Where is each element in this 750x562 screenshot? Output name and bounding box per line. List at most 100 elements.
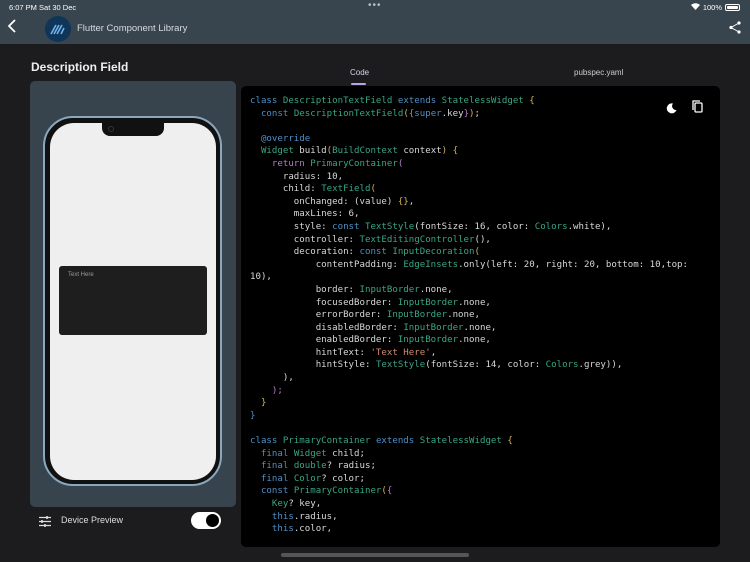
code-token: ? key, bbox=[288, 499, 322, 509]
code-token: 10), bbox=[250, 272, 272, 283]
code-token: hintStyle: bbox=[250, 360, 376, 371]
multitasking-dots[interactable]: ••• bbox=[368, 0, 382, 11]
code-line: hintText: 'Text Here', bbox=[250, 347, 688, 360]
back-button[interactable] bbox=[7, 19, 17, 37]
code-token: ); bbox=[250, 385, 283, 396]
code-token: class bbox=[250, 436, 283, 447]
code-token: onChanged: (value) bbox=[250, 196, 398, 207]
page-title: Description Field bbox=[31, 60, 129, 74]
share-icon[interactable] bbox=[729, 21, 741, 39]
code-token: .white), bbox=[567, 221, 612, 232]
code-token: Widget bbox=[250, 146, 300, 157]
code-line: class PrimaryContainer extends Stateless… bbox=[250, 435, 688, 448]
code-token: (fontSize: 14, color: bbox=[425, 360, 546, 371]
code-line: } bbox=[250, 397, 688, 410]
code-token: controller: bbox=[250, 234, 360, 245]
code-token: 'Text Here' bbox=[370, 347, 431, 358]
camera-icon bbox=[108, 126, 114, 132]
code-token: ? radius; bbox=[326, 461, 376, 472]
code-token: super bbox=[414, 108, 442, 119]
code-token: ( bbox=[397, 158, 404, 169]
code-token: double bbox=[293, 461, 327, 472]
tab-pubspec-yaml[interactable]: pubspec.yaml bbox=[574, 68, 623, 77]
code-token: .none, bbox=[458, 297, 491, 308]
code-line: Widget build(BuildContext context) { bbox=[250, 145, 688, 158]
code-token: Widget bbox=[293, 448, 333, 459]
code-line: ); bbox=[250, 385, 688, 398]
code-line: const PrimaryContainer({ bbox=[250, 485, 688, 498]
code-line: disabledBorder: InputBorder.none, bbox=[250, 322, 688, 335]
code-line: contentPadding: EdgeInsets.only(left: 20… bbox=[250, 259, 688, 272]
code-token: ? color; bbox=[321, 473, 365, 484]
code-token: InputBorder bbox=[397, 297, 459, 308]
code-token: PrimaryContainer bbox=[310, 158, 398, 169]
code-line: maxLines: 6, bbox=[250, 208, 688, 221]
code-token: final bbox=[250, 448, 294, 459]
copy-icon[interactable] bbox=[692, 100, 703, 118]
code-token: extends bbox=[397, 96, 442, 106]
code-line: final Color? color; bbox=[250, 473, 688, 486]
code-token: TextStyle bbox=[375, 360, 426, 371]
home-indicator[interactable] bbox=[281, 553, 469, 557]
code-token: PrimaryContainer bbox=[282, 436, 376, 447]
status-time: 6:07 PM Sat 30 Dec bbox=[9, 3, 77, 12]
code-token: contentPadding: bbox=[250, 259, 404, 270]
code-line: final Widget child; bbox=[250, 448, 688, 461]
code-line: hintStyle: TextStyle(fontSize: 14, color… bbox=[250, 359, 688, 372]
code-token: .grey)), bbox=[578, 360, 623, 371]
code-token: { bbox=[386, 486, 393, 497]
code-token: BuildContext bbox=[332, 146, 404, 157]
battery-icon bbox=[725, 4, 740, 11]
code-token: InputBorder bbox=[397, 335, 459, 346]
code-line: 10), bbox=[250, 271, 688, 284]
code-line: controller: TextEditingController(), bbox=[250, 234, 688, 247]
code-token: child: bbox=[250, 184, 322, 195]
code-token: ), bbox=[250, 373, 294, 384]
code-line: @override bbox=[250, 133, 688, 146]
code-token: TextField bbox=[321, 184, 371, 195]
code-line: this.color, bbox=[250, 523, 688, 536]
code-token: Color bbox=[293, 473, 322, 484]
code-line: radius: 10, bbox=[250, 171, 688, 184]
code-token: .radius, bbox=[293, 511, 338, 522]
device-preview-toggle[interactable] bbox=[191, 512, 221, 529]
code-line: decoration: const InputDecoration( bbox=[250, 246, 688, 259]
code-token: context bbox=[403, 146, 442, 157]
code-token: const bbox=[260, 108, 294, 119]
code-token: InputDecoration bbox=[392, 247, 475, 258]
code-line: errorBorder: InputBorder.none, bbox=[250, 309, 688, 322]
text-field-hint: Text Here bbox=[68, 272, 94, 278]
code-token: class bbox=[250, 96, 283, 106]
tab-code[interactable]: Code bbox=[350, 68, 369, 77]
code-token: PrimaryContainer bbox=[293, 486, 382, 497]
code-token: } bbox=[250, 398, 267, 409]
wifi-icon bbox=[690, 3, 700, 12]
battery-percent: 100% bbox=[702, 3, 722, 12]
code-token: style: bbox=[250, 221, 333, 232]
code-line: class DescriptionTextField extends State… bbox=[250, 95, 688, 108]
code-token: ( bbox=[474, 247, 480, 258]
code-token: (fontSize: 16, color: bbox=[414, 221, 535, 232]
code-token: const bbox=[359, 247, 393, 258]
code-token: border: bbox=[250, 284, 360, 295]
code-token: focusedBorder: bbox=[250, 297, 398, 308]
code-token: const bbox=[250, 486, 294, 497]
code-token: { bbox=[529, 96, 535, 106]
code-viewer[interactable]: class DescriptionTextField extends State… bbox=[241, 86, 720, 547]
code-token: decoration: bbox=[250, 247, 360, 258]
code-token: const bbox=[332, 221, 365, 232]
code-token: StatelessWidget bbox=[419, 436, 508, 447]
code-token: .key bbox=[441, 108, 464, 119]
code-token: ( bbox=[370, 184, 376, 195]
code-token: StatelessWidget bbox=[441, 96, 530, 106]
code-token: build bbox=[299, 146, 327, 157]
active-tab-indicator bbox=[351, 83, 366, 85]
code-line: style: const TextStyle(fontSize: 16, col… bbox=[250, 221, 688, 234]
code-token: extends bbox=[375, 436, 420, 447]
app-title: Flutter Component Library bbox=[77, 23, 188, 34]
code-line: focusedBorder: InputBorder.none, bbox=[250, 297, 688, 310]
code-token: { bbox=[452, 146, 459, 157]
moon-icon[interactable] bbox=[666, 101, 677, 119]
